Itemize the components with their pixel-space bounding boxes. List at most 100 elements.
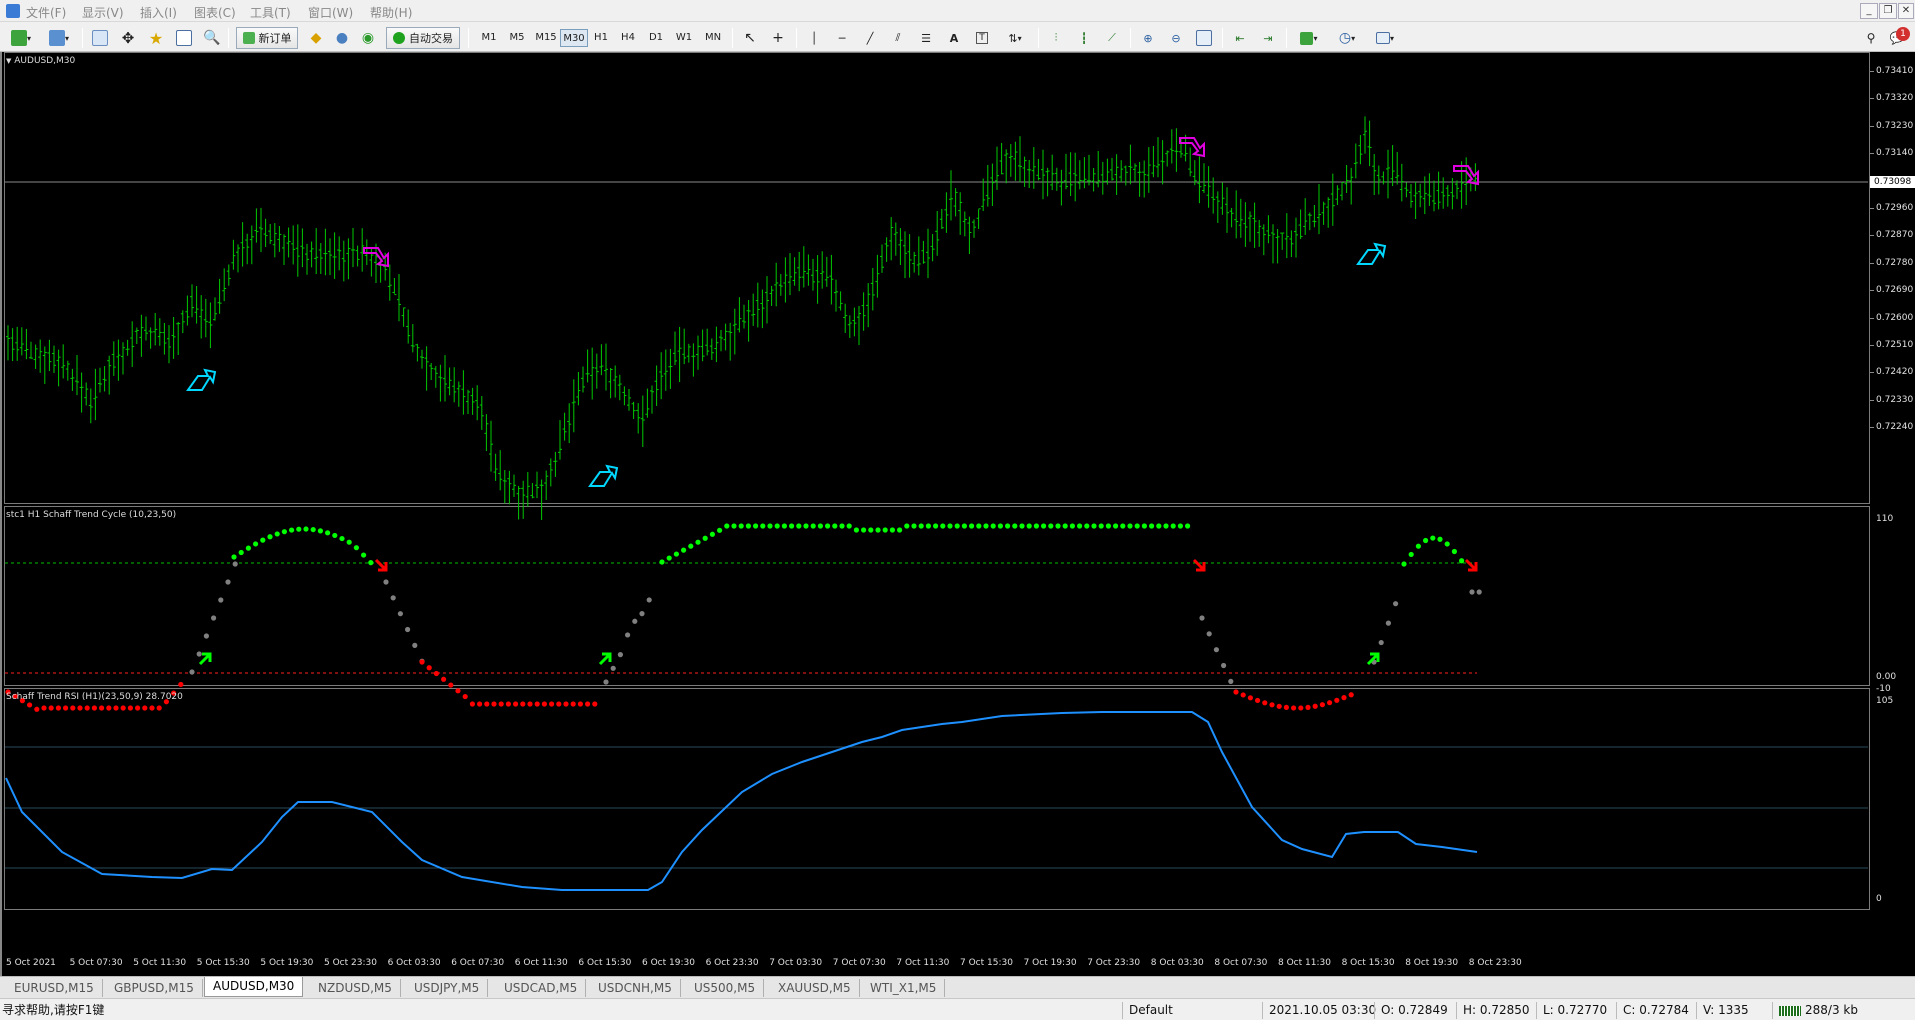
horizontal-line-tool[interactable]: ─ [832,27,852,49]
auto-trading-button[interactable]: 自动交易 [386,27,460,49]
label-tool[interactable]: T [972,27,992,49]
tile-windows-button[interactable] [1194,27,1214,49]
stc-dot-up [817,523,824,529]
chart-shift-button[interactable]: ⇥ [1258,27,1278,49]
price-tick [1870,98,1874,100]
text-tool[interactable]: A [944,27,964,49]
timeframe-h1[interactable]: H1 [590,29,612,47]
tab-usdcad-m5[interactable]: USDCAD,M5 [496,979,587,997]
stc-down-arrow [1464,558,1478,572]
profiles-icon [48,30,65,46]
zoom-out-button[interactable]: ⊖ [1166,27,1186,49]
vertical-line-tool[interactable]: │ [804,27,824,49]
stc-dot-down [498,701,504,707]
minimize-button[interactable]: _ [1860,3,1878,19]
stc-dot-down [149,705,155,711]
bar-chart-button[interactable]: ⫶ [1046,27,1066,49]
new-chart-button[interactable]: ▾ [6,27,36,49]
crosshair-tool[interactable]: + [768,27,788,49]
stc-dot-up [904,523,910,529]
market-watch-button[interactable] [90,27,110,49]
stc-dot-up [731,523,737,529]
strategy-tester-button[interactable]: 🔍 [202,27,222,49]
timeframe-h4[interactable]: H4 [617,29,639,47]
stc-dot-up [1163,523,1169,529]
stc-dot-up [853,527,860,533]
buy-arrow-signal [1356,242,1387,265]
menu-file[interactable]: 文件(F) [26,4,66,21]
tab-eurusd-m15[interactable]: EURUSD,M15 [6,979,103,997]
candlestick-button[interactable]: ┇ [1074,27,1094,49]
timeframe-mn[interactable]: MN [700,29,726,47]
time-label: 6 Oct 03:30 [387,958,441,968]
terminal-button[interactable] [174,27,194,49]
fibonacci-tool[interactable]: ☰ [916,27,936,49]
chart-window[interactable]: ▼ AUDUSD,M30 stc1 H1 Schaff Trend Cycle … [0,52,1915,976]
tab-gbpusd-m15[interactable]: GBPUSD,M15 [106,979,203,997]
menu-window[interactable]: 窗口(W) [308,4,353,21]
metaeditor-button[interactable]: ◆ [306,27,326,49]
timeframe-m30[interactable]: M30 [560,29,588,47]
trendline-tool[interactable]: ╱ [860,27,880,49]
arrows-tool[interactable]: ⇅ ▾ [1000,27,1030,49]
search-button[interactable]: ⚲ [1862,27,1880,49]
magnifier-icon: 🔍 [203,30,221,46]
tab-audusd-m30[interactable]: AUDUSD,M30 [204,977,304,997]
stc-dot-up [1127,523,1133,529]
menu-tools[interactable]: 工具(T) [250,4,291,21]
menu-help[interactable]: 帮助(H) [370,4,412,21]
status-bar: 寻求帮助,请按F1键 Default 2021.10.05 03:30 O: 0… [0,998,1915,1020]
new-order-button[interactable]: 新订单 [236,27,298,49]
data-window-button[interactable]: ✥ [118,27,138,49]
signals-button[interactable]: ● [332,27,352,49]
stc-dot-up [253,541,259,547]
stc-dot-neutral [196,651,202,657]
time-label: 7 Oct 23:30 [1087,958,1141,968]
autoscroll-button[interactable]: ⇤ [1230,27,1250,49]
stc-dot-neutral [189,669,195,675]
templates-icon [1375,32,1390,44]
price-scale[interactable]: 0.734100.733200.732300.731400.730500.729… [1870,52,1915,976]
restore-button[interactable]: ❐ [1879,3,1897,19]
stc-dot-down [541,701,548,707]
price-tick [1870,153,1874,155]
profiles-button[interactable]: ▾ [44,27,74,49]
tab-xauusd-m5[interactable]: XAUUSD,M5 [770,979,860,997]
zoom-in-button[interactable]: ⊕ [1138,27,1158,49]
stc-dot-down [77,705,83,711]
templates-button[interactable]: ▾ [1370,27,1400,49]
chart-symbol-title: ▼ AUDUSD,M30 [6,56,76,66]
channel-tool[interactable]: ⫽ [888,27,908,49]
timeframe-m15[interactable]: M15 [532,29,560,47]
timeframe-m5[interactable]: M5 [506,29,528,47]
tab-nzdusd-m5[interactable]: NZDUSD,M5 [310,979,401,997]
market-button[interactable]: ◉ [358,27,378,49]
tab-usdcnh-m5[interactable]: USDCNH,M5 [590,979,681,997]
tab-wti-x1-m5[interactable]: WTI_X1,M5 [862,979,946,997]
mt4-window: 文件(F) 显示(V) 插入(I) 图表(C) 工具(T) 窗口(W) 帮助(H… [0,0,1915,1020]
tab-usdjpy-m5[interactable]: USDJPY,M5 [406,979,489,997]
cursor-tool[interactable]: ↖ [740,27,760,49]
stc-dot-neutral [203,633,209,639]
price-tick [1870,399,1874,401]
periods-button[interactable]: ◷ ▾ [1332,27,1362,49]
menu-insert[interactable]: 插入(I) [140,4,177,21]
price-label: 0.73140 [1876,148,1914,159]
line-chart-button[interactable]: ⟋ [1102,27,1122,49]
timeframe-w1[interactable]: W1 [673,29,695,47]
menu-charts[interactable]: 图表(C) [194,4,236,21]
notifications-button[interactable]: 💬 1 [1884,27,1910,49]
main-toolbar: ▾ ▾ ✥ ★ 🔍 新订单 ◆ ● ◉ 自动交易 M1 M5 M15 M30 H… [0,23,1915,52]
stc-dot-neutral [1385,620,1391,626]
timeframe-m1[interactable]: M1 [478,29,500,47]
navigator-button[interactable]: ★ [146,27,166,49]
stc-dot-down [426,665,432,671]
menu-view[interactable]: 显示(V) [82,4,124,21]
indicators-button[interactable]: ▾ [1294,27,1324,49]
stc-dot-up [774,523,780,529]
stc-dot-down [34,706,40,712]
tab-us500-m5[interactable]: US500,M5 [686,979,765,997]
close-button[interactable]: ✕ [1898,3,1914,19]
timeframe-d1[interactable]: D1 [645,29,667,47]
stc-dot-down [419,659,425,665]
